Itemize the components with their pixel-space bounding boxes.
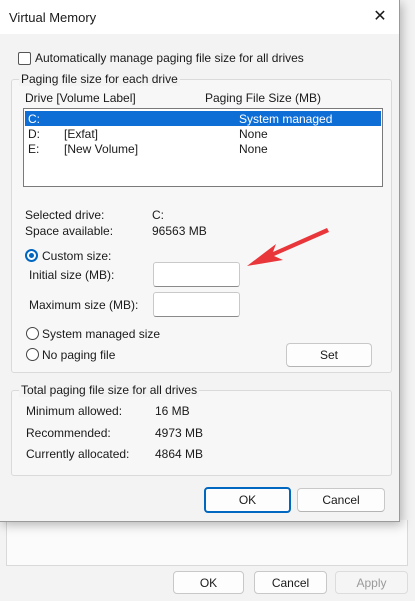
total-group-title: Total paging file size for all drives	[19, 383, 200, 397]
initial-size-input[interactable]	[153, 262, 240, 287]
annotation-arrow-icon	[247, 228, 329, 266]
max-size-input[interactable]	[153, 292, 240, 317]
virtual-memory-dialog: Virtual Memory ✕ Automatically manage pa…	[0, 0, 400, 522]
auto-manage-checkbox[interactable]	[18, 52, 31, 65]
selected-drive-value: C:	[152, 208, 164, 222]
custom-size-radio[interactable]	[25, 249, 38, 262]
auto-manage-label[interactable]: Automatically manage paging file size fo…	[35, 51, 304, 65]
max-size-label: Maximum size (MB):	[29, 298, 139, 312]
drive-letter: D:	[28, 127, 40, 141]
column-header-size: Paging File Size (MB)	[205, 91, 322, 105]
column-header-drive: Drive [Volume Label]	[25, 91, 136, 105]
recommended-value: 4973 MB	[155, 426, 204, 440]
ok-button[interactable]: OK	[204, 487, 291, 513]
cancel-button[interactable]: Cancel	[297, 488, 385, 512]
drive-row-e[interactable]: E: [New Volume] None	[25, 141, 381, 156]
close-icon[interactable]: ✕	[371, 8, 389, 26]
minimum-label: Minimum allowed:	[26, 404, 123, 418]
drive-row-d[interactable]: D: [Exfat] None	[25, 126, 381, 141]
selected-drive-label: Selected drive:	[25, 208, 105, 222]
paging-group-title: Paging file size for each drive	[19, 72, 180, 86]
system-managed-label[interactable]: System managed size	[42, 327, 160, 341]
space-available-label: Space available:	[25, 224, 114, 238]
title-bar: Virtual Memory ✕	[0, 0, 399, 34]
custom-size-label[interactable]: Custom size:	[42, 249, 111, 263]
system-managed-radio[interactable]	[26, 327, 39, 340]
drive-label: [New Volume]	[64, 142, 139, 156]
drive-letter: C:	[28, 112, 40, 126]
parent-ok-button[interactable]: OK	[173, 571, 244, 594]
drive-label: [Exfat]	[64, 127, 99, 141]
drive-size: None	[239, 127, 268, 141]
drive-list[interactable]: C: System managed D: [Exfat] None E: [Ne…	[23, 108, 383, 187]
allocated-label: Currently allocated:	[26, 447, 130, 461]
drive-size: None	[239, 142, 268, 156]
parent-cancel-button[interactable]: Cancel	[254, 571, 327, 594]
recommended-label: Recommended:	[26, 426, 111, 440]
initial-size-label: Initial size (MB):	[29, 268, 115, 282]
drive-size: System managed	[239, 112, 333, 126]
no-paging-label[interactable]: No paging file	[42, 348, 115, 362]
allocated-value: 4864 MB	[155, 447, 204, 461]
drive-row-c[interactable]: C: System managed	[25, 111, 381, 126]
drive-letter: E:	[28, 142, 40, 156]
minimum-value: 16 MB	[155, 404, 190, 418]
space-available-value: 96563 MB	[152, 224, 207, 238]
no-paging-radio[interactable]	[26, 348, 39, 361]
dialog-title: Virtual Memory	[9, 10, 97, 25]
set-button[interactable]: Set	[286, 343, 372, 367]
parent-panel	[6, 520, 408, 566]
parent-apply-button: Apply	[335, 571, 408, 594]
